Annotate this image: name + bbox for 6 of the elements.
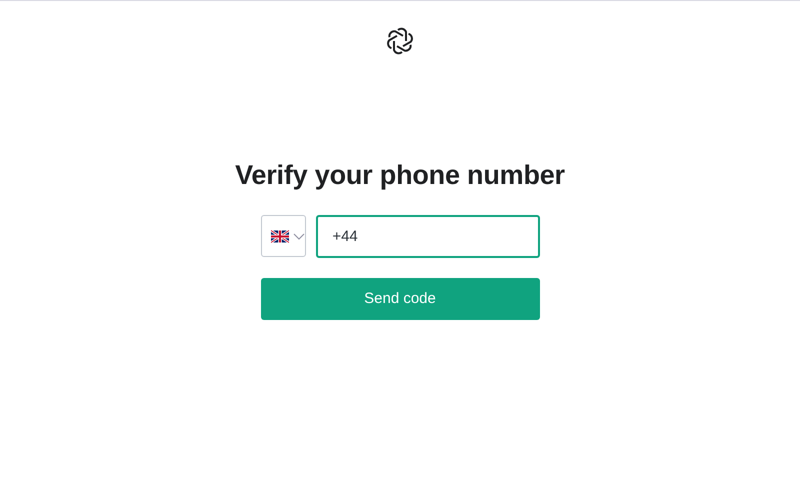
flag-icon [270, 230, 288, 243]
page-title: Verify your phone number [235, 159, 565, 192]
country-select[interactable] [260, 215, 306, 258]
phone-field[interactable]: +44 [316, 215, 540, 258]
chevron-icon [292, 232, 304, 240]
logo-icon [386, 27, 414, 55]
